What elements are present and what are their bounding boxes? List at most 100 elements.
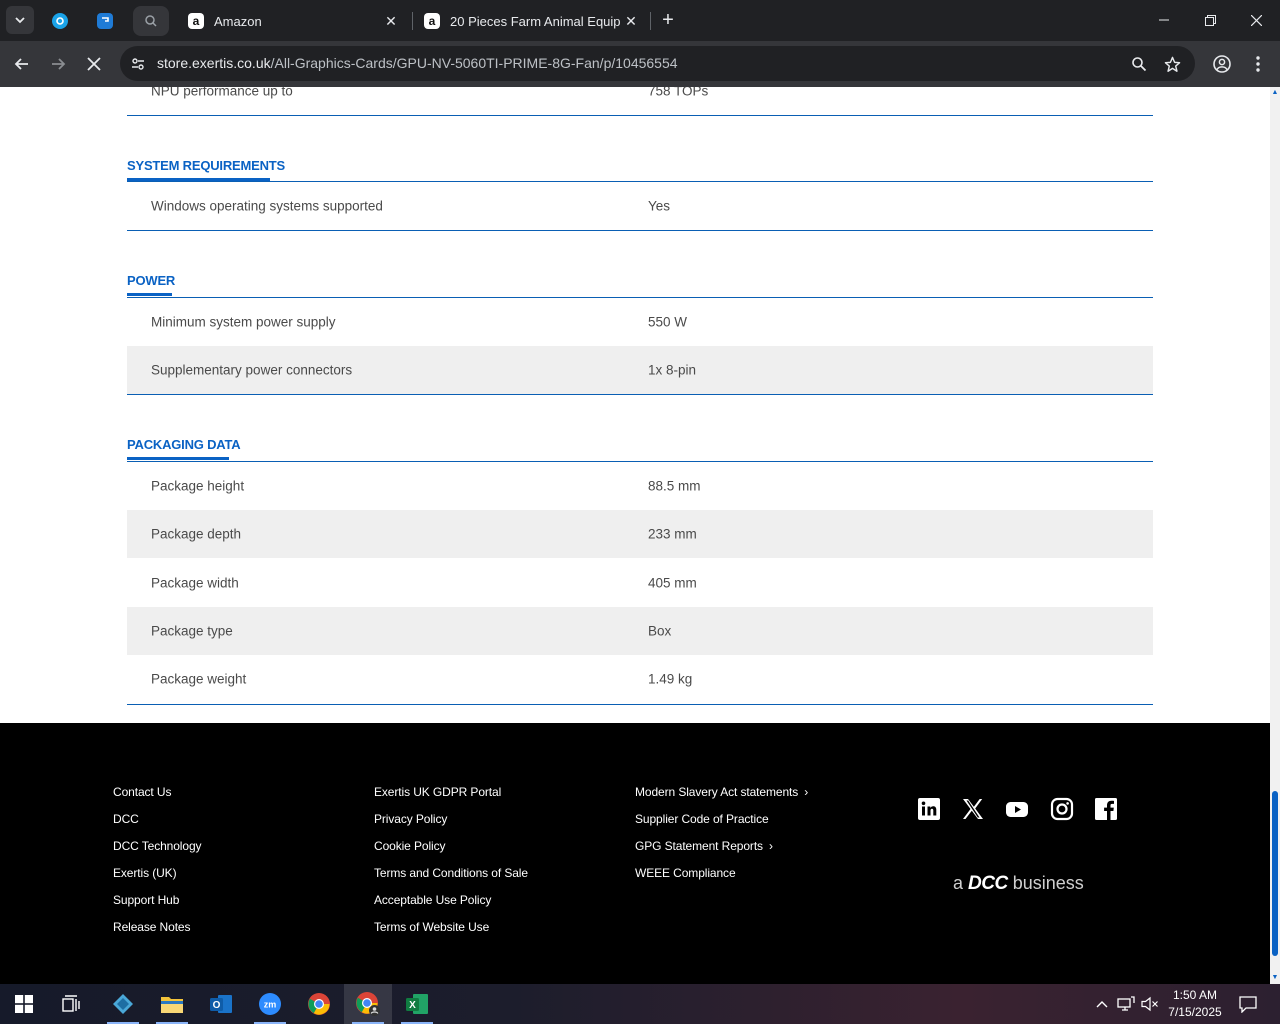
network-button[interactable] xyxy=(1116,994,1136,1014)
footer-link-dcc-technology[interactable]: DCC Technology xyxy=(113,839,202,853)
footer-link-terms-of-website-use[interactable]: Terms of Website Use xyxy=(374,920,489,934)
scrollbar-thumb[interactable] xyxy=(1272,791,1278,956)
site-footer: Contact Us DCC DCC Technology Exertis (U… xyxy=(0,723,1270,984)
close-window-button[interactable] xyxy=(1233,0,1279,40)
start-button[interactable] xyxy=(0,984,48,1024)
taskbar-app-launcher[interactable] xyxy=(99,984,147,1024)
windows-taskbar: O zm X 1:50 AM 7/15/2025 xyxy=(0,984,1280,1024)
scroll-down-arrow[interactable]: ▼ xyxy=(1271,974,1279,982)
close-icon xyxy=(1250,14,1262,26)
instagram-icon[interactable] xyxy=(1050,797,1074,821)
footer-link-privacy-policy[interactable]: Privacy Policy xyxy=(374,812,447,826)
taskbar-zoom[interactable]: zm xyxy=(246,984,294,1024)
forward-button[interactable] xyxy=(42,48,74,80)
volume-button[interactable] xyxy=(1140,994,1160,1014)
taskbar-chrome[interactable] xyxy=(295,984,343,1024)
url-host: store.exertis.co.uk xyxy=(157,55,271,71)
network-icon xyxy=(1117,996,1135,1011)
tab-close-icon[interactable]: ✕ xyxy=(622,12,640,30)
footer-link-gdpr-portal[interactable]: Exertis UK GDPR Portal xyxy=(374,785,501,799)
tab-divider xyxy=(412,12,413,30)
spec-row: NPU performance up to 758 TOPs xyxy=(127,87,1153,115)
footer-link-supplier-code[interactable]: Supplier Code of Practice xyxy=(635,812,769,826)
chrome-profile-icon xyxy=(356,992,380,1016)
footer-link-release-notes[interactable]: Release Notes xyxy=(113,920,191,934)
tab-title: Amazon xyxy=(214,13,262,29)
spec-value: 550 W xyxy=(648,314,688,330)
spec-value: 1x 8-pin xyxy=(648,362,697,378)
restore-button[interactable] xyxy=(1187,0,1233,40)
profile-button[interactable] xyxy=(1206,48,1238,80)
scroll-up-arrow[interactable]: ▲ xyxy=(1271,89,1279,97)
task-view-button[interactable] xyxy=(48,984,96,1024)
stop-loading-button[interactable] xyxy=(78,48,110,80)
url-text[interactable]: store.exertis.co.uk/All-Graphics-Cards/G… xyxy=(157,55,678,71)
facebook-icon[interactable] xyxy=(1094,797,1118,821)
folder-icon xyxy=(161,997,183,1013)
amazon-icon: a xyxy=(424,13,440,29)
footer-link-contact-us[interactable]: Contact Us xyxy=(113,785,171,799)
footer-link-acceptable-use[interactable]: Acceptable Use Policy xyxy=(374,893,491,907)
linkedin-icon[interactable] xyxy=(917,797,941,821)
volume-muted-icon xyxy=(1141,996,1158,1012)
spec-label: Supplementary power connectors xyxy=(151,362,353,378)
spec-value: 405 mm xyxy=(648,575,697,591)
footer-link-cookie-policy[interactable]: Cookie Policy xyxy=(374,839,446,853)
section-title-underline xyxy=(127,457,229,460)
profile-icon xyxy=(1213,55,1231,73)
spec-value: 1.49 kg xyxy=(648,671,693,687)
tab-search-button[interactable] xyxy=(6,6,34,34)
notifications-button[interactable] xyxy=(1238,994,1258,1014)
spec-label: Package depth xyxy=(151,526,242,542)
footer-link-exertis-uk[interactable]: Exertis (UK) xyxy=(113,866,177,880)
page-scrollbar[interactable]: ▲ ▼ xyxy=(1270,87,1280,984)
browser-tab-bar: a Amazon ✕ a 20 Pieces Farm Animal Equip… xyxy=(0,0,1280,41)
spec-value: 758 TOPs xyxy=(648,87,709,99)
site-info-icon[interactable] xyxy=(128,54,148,74)
new-tab-button[interactable]: + xyxy=(654,6,682,34)
footer-link-gpg-reports[interactable]: GPG Statement Reports › xyxy=(635,839,773,853)
show-hidden-icons-button[interactable] xyxy=(1092,994,1112,1014)
logo-suffix: business xyxy=(1012,873,1084,893)
pinned-tab-1[interactable] xyxy=(42,6,78,36)
amazon-icon: a xyxy=(188,13,204,29)
spec-label: Minimum system power supply xyxy=(151,314,336,330)
taskbar-chrome-profile-active[interactable] xyxy=(344,984,392,1024)
taskbar-outlook[interactable]: O xyxy=(197,984,245,1024)
tab-farm-animal[interactable]: a 20 Pieces Farm Animal Equipme ✕ xyxy=(414,6,648,36)
taskbar-file-explorer[interactable] xyxy=(148,984,196,1024)
spec-row: Windows operating systems supported Yes xyxy=(127,182,1153,230)
notification-icon xyxy=(1239,995,1257,1013)
back-button[interactable] xyxy=(6,48,38,80)
loading-search-icon xyxy=(145,15,157,27)
minimize-button[interactable] xyxy=(1141,0,1187,40)
product-spec-content: NPU performance up to 758 TOPs SYSTEM RE… xyxy=(0,87,1270,723)
x-icon[interactable] xyxy=(961,797,985,821)
browser-menu-button[interactable] xyxy=(1242,48,1274,80)
tab-close-icon[interactable]: ✕ xyxy=(382,12,400,30)
address-bar[interactable]: store.exertis.co.uk/All-Graphics-Cards/G… xyxy=(120,46,1195,81)
zoom-icon[interactable] xyxy=(1129,54,1149,74)
more-vertical-icon xyxy=(1256,56,1260,72)
pinned-tab-3-active[interactable] xyxy=(133,6,169,36)
arrow-left-icon xyxy=(14,58,28,70)
task-view-icon xyxy=(62,995,80,1012)
spec-row: Package weight 1.49 kg xyxy=(127,655,1153,703)
close-icon xyxy=(87,57,101,71)
footer-link-terms-of-sale[interactable]: Terms and Conditions of Sale xyxy=(374,866,528,880)
youtube-icon[interactable] xyxy=(1005,797,1029,821)
bookmark-star-icon[interactable] xyxy=(1162,54,1182,74)
taskbar-excel[interactable]: X xyxy=(393,984,441,1024)
svg-text:X: X xyxy=(409,1000,416,1011)
footer-link-weee-compliance[interactable]: WEEE Compliance xyxy=(635,866,736,880)
footer-link-support-hub[interactable]: Support Hub xyxy=(113,893,179,907)
footer-link-modern-slavery[interactable]: Modern Slavery Act statements › xyxy=(635,785,808,799)
pinned-tab-2[interactable] xyxy=(87,6,123,36)
taskbar-clock[interactable]: 1:50 AM 7/15/2025 xyxy=(1163,987,1227,1021)
spec-label: NPU performance up to xyxy=(151,87,293,99)
tab-amazon[interactable]: a Amazon ✕ xyxy=(178,6,408,36)
footer-link-dcc[interactable]: DCC xyxy=(113,812,139,826)
section-divider xyxy=(127,704,1153,705)
spec-value: Box xyxy=(648,623,672,639)
spec-value: 233 mm xyxy=(648,526,697,542)
